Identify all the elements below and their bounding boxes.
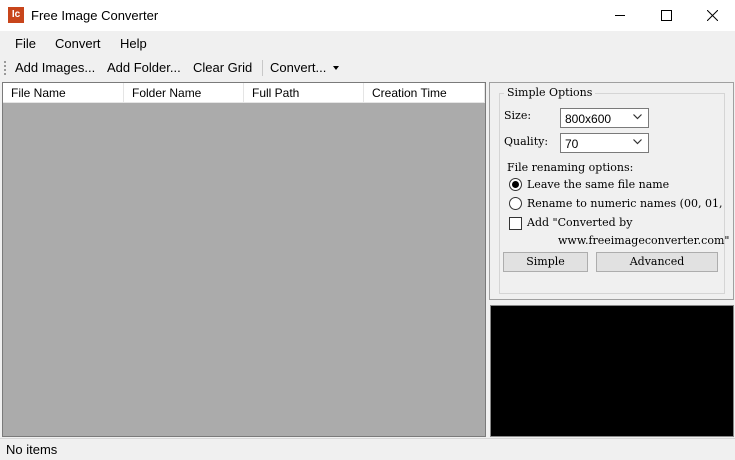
simple-button[interactable]: Simple <box>503 252 588 272</box>
column-full-path[interactable]: Full Path <box>244 83 364 103</box>
image-preview <box>490 305 734 437</box>
column-file-name[interactable]: File Name <box>3 83 124 103</box>
toolbar-grip[interactable] <box>4 61 6 75</box>
close-button[interactable] <box>689 0 735 31</box>
radio-rename-numeric[interactable] <box>509 197 522 210</box>
quality-label: Quality: <box>504 135 549 148</box>
options-panel: Simple Options Size: 800x600 Quality: 70… <box>489 82 734 300</box>
app-icon: Ic <box>8 7 24 23</box>
menu-help[interactable]: Help <box>120 36 147 51</box>
title-bar: Ic Free Image Converter <box>0 0 735 31</box>
renaming-label: File renaming options: <box>507 161 634 174</box>
status-text: No items <box>6 442 58 457</box>
file-grid[interactable]: File Name Folder Name Full Path Creation… <box>2 82 486 437</box>
close-icon <box>706 10 718 21</box>
maximize-icon <box>660 10 672 21</box>
group-title: Simple Options <box>504 86 596 99</box>
add-converted-by-checkbox[interactable] <box>509 217 522 230</box>
maximize-button[interactable] <box>643 0 689 31</box>
toolbar: Add Images... Add Folder... Clear Grid C… <box>0 57 735 79</box>
minimize-icon <box>614 15 625 16</box>
quality-value: 70 <box>565 137 579 151</box>
size-select[interactable]: 800x600 <box>560 108 649 128</box>
convert-button[interactable]: Convert... <box>270 60 326 75</box>
grid-header: File Name Folder Name Full Path Creation… <box>3 83 485 103</box>
add-images-button[interactable]: Add Images... <box>15 60 95 75</box>
advanced-button[interactable]: Advanced <box>596 252 718 272</box>
radio-selected-dot <box>512 181 519 188</box>
toolbar-separator <box>262 60 263 76</box>
checkbox-label-line1[interactable]: Add "Converted by <box>527 216 632 229</box>
simple-options-group: Simple Options Size: 800x600 Quality: 70… <box>499 86 729 294</box>
column-creation-time[interactable]: Creation Time <box>364 83 485 103</box>
size-value: 800x600 <box>565 112 612 126</box>
menu-convert[interactable]: Convert <box>55 36 101 51</box>
chevron-down-icon[interactable] <box>333 66 339 70</box>
radio-leave-same-name[interactable] <box>509 178 522 191</box>
menu-bar: File Convert Help <box>0 31 446 56</box>
chevron-down-icon <box>633 139 642 145</box>
window-title: Free Image Converter <box>31 8 159 23</box>
menu-file[interactable]: File <box>15 36 36 51</box>
checkbox-label-line2[interactable]: www.freeimageconverter.com" <box>558 234 729 247</box>
minimize-button[interactable] <box>597 0 643 31</box>
column-folder-name[interactable]: Folder Name <box>124 83 244 103</box>
status-bar: No items <box>0 438 735 460</box>
chevron-down-icon <box>633 114 642 120</box>
radio-rename-label[interactable]: Rename to numeric names (00, 01, .. <box>527 197 723 210</box>
add-folder-button[interactable]: Add Folder... <box>107 60 181 75</box>
size-label: Size: <box>504 109 532 122</box>
clear-grid-button[interactable]: Clear Grid <box>193 60 252 75</box>
quality-select[interactable]: 70 <box>560 133 649 153</box>
radio-leave-label[interactable]: Leave the same file name <box>527 178 669 191</box>
